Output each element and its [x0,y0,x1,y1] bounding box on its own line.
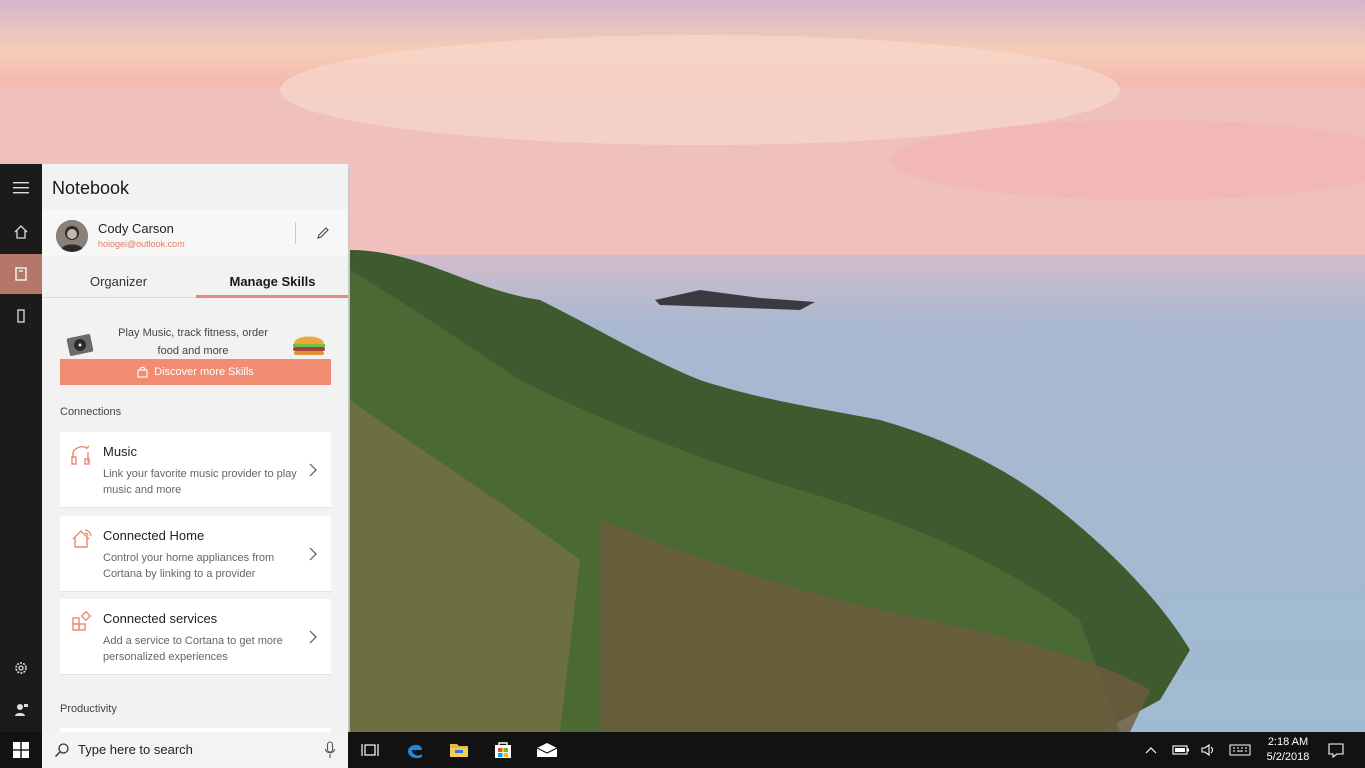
gear-icon [15,662,27,674]
notebook-icon [15,267,27,281]
card-music-desc: Link your favorite music provider to pla… [103,468,297,496]
profile-divider [295,222,296,244]
chevron-up-icon [1145,747,1157,754]
settings-nav-button[interactable] [0,648,42,688]
hamburger-menu-button[interactable] [0,168,42,208]
store-icon [495,742,511,758]
user-email: hoiogei@outlook.com [98,239,185,249]
keyboard-icon [1229,744,1251,756]
discover-skills-label: Discover more Skills [154,366,254,378]
apps-icon [72,610,92,631]
user-name: Cody Carson [98,221,174,236]
speaker-icon [1201,743,1214,757]
edge-icon [408,744,422,759]
panel-title: Notebook [52,178,130,198]
hamburger-icon [13,182,29,194]
promo-text: Play Music, track fitness, order food an… [118,327,268,357]
search-placeholder: Type here to search [78,742,193,757]
notification-icon [1328,743,1344,758]
chevron-right-icon [309,630,317,644]
card-connected-home[interactable]: Connected Home Control your home applian… [60,516,331,592]
tab-manage-skills[interactable]: Manage Skills [196,268,348,298]
touch-keyboard-button[interactable] [1228,740,1252,760]
device-icon [17,309,25,323]
card-connected-services[interactable]: Connected services Add a service to Cort… [60,599,331,675]
card-music[interactable]: Music Link your favorite music provider … [60,432,331,508]
task-view-icon [361,744,379,756]
cortana-nav-rail [0,164,42,732]
home-nav-button[interactable] [0,212,42,252]
clock-date: 5/2/2018 [1266,751,1310,763]
store-button[interactable] [481,732,525,768]
battery-icon [1172,745,1189,755]
card-connected-home-desc: Control your home appliances from Cortan… [103,552,275,580]
feedback-icon [15,704,28,716]
card-connected-home-title: Connected Home [103,528,205,543]
folder-icon [450,744,468,757]
pencil-icon [317,227,329,239]
cortana-notebook-panel: Notebook Cody Carson hoiogei@outlook.com… [42,164,349,732]
card-connected-services-desc: Add a service to Cortana to get more per… [103,635,283,663]
productivity-heading: Productivity [60,703,117,715]
file-explorer-button[interactable] [437,732,481,768]
action-center-button[interactable] [1326,740,1346,760]
show-hidden-icons-button[interactable] [1143,740,1159,760]
microphone-icon[interactable] [324,741,336,759]
connections-heading: Connections [60,406,122,418]
feedback-nav-button[interactable] [0,690,42,730]
notebook-nav-button[interactable] [0,254,42,294]
start-button[interactable] [0,732,42,768]
windows-logo-icon [13,742,29,758]
mail-button[interactable] [525,732,569,768]
battery-button[interactable] [1171,740,1191,760]
avatar [56,220,88,252]
edit-profile-button[interactable] [312,222,334,244]
card-music-title: Music [103,444,137,459]
edge-button[interactable] [393,732,437,768]
shopping-bag-icon [137,366,148,378]
taskbar: Type here to search 2:18 AM 5/2/2018 [0,732,1365,768]
chevron-right-icon [309,463,317,477]
profile-row[interactable]: Cody Carson hoiogei@outlook.com [42,210,348,256]
taskbar-search-box[interactable]: Type here to search [42,732,348,768]
task-view-button[interactable] [348,732,392,768]
headphones-icon [71,445,90,465]
mail-icon [536,743,558,757]
card-connected-services-title: Connected services [103,611,218,626]
avatar-image-icon [56,220,88,252]
search-icon [54,743,69,758]
volume-button[interactable] [1199,740,1219,760]
tab-organizer[interactable]: Organizer [42,268,195,298]
home-icon [14,225,28,239]
chevron-right-icon [309,547,317,561]
clock-time: 2:18 AM [1267,736,1309,748]
devices-nav-button[interactable] [0,296,42,336]
discover-skills-button[interactable]: Discover more Skills [60,359,331,385]
notebook-tabs: Organizer Manage Skills [42,268,348,298]
home-icon [72,529,92,548]
taskbar-clock[interactable]: 2:18 AM 5/2/2018 [1256,735,1320,765]
